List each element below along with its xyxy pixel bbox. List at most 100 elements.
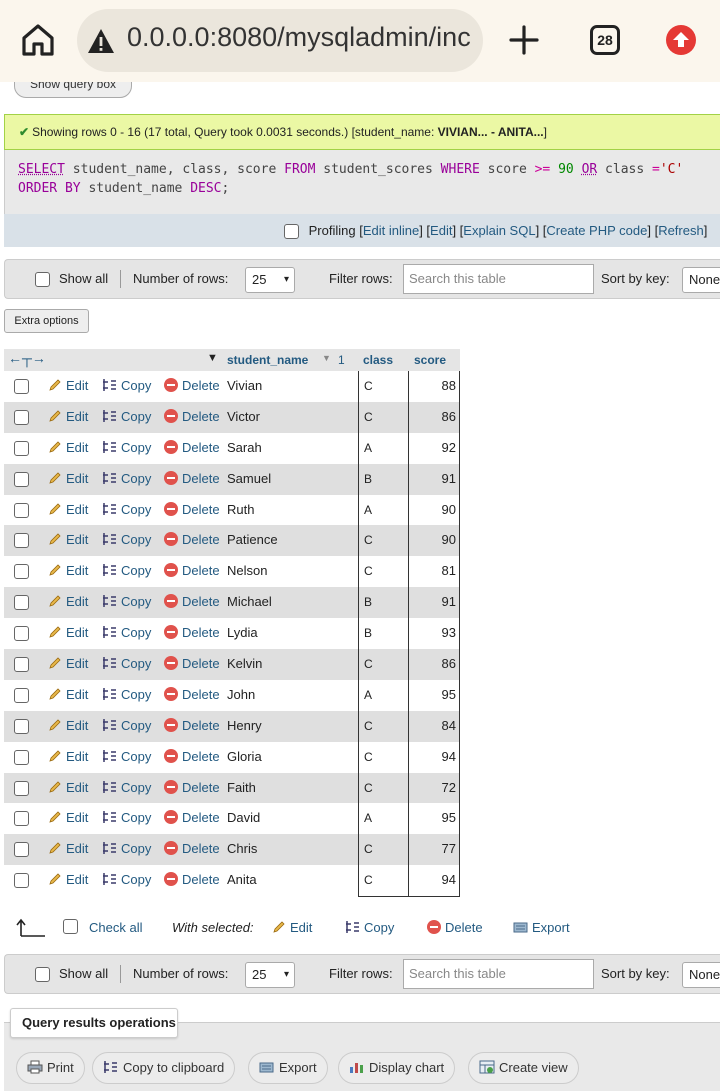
row-delete-button[interactable]: Delete [164, 587, 220, 617]
cell-student-name[interactable]: Lydia [227, 618, 258, 648]
update-button[interactable] [666, 25, 696, 55]
row-edit-button[interactable]: Edit [48, 556, 88, 586]
cell-student-name[interactable]: Kelvin [227, 649, 262, 679]
cell-class[interactable]: C [364, 402, 373, 432]
cell-student-name[interactable]: Michael [227, 587, 272, 617]
row-checkbox[interactable] [14, 379, 29, 394]
cell-score[interactable]: 95 [442, 680, 456, 710]
row-checkbox[interactable] [14, 657, 29, 673]
cell-class[interactable]: A [364, 803, 372, 833]
cell-score[interactable]: 90 [442, 525, 456, 555]
rows-select[interactable]: 25 ▾ [245, 962, 295, 988]
row-delete-button[interactable]: Delete [164, 680, 220, 710]
row-copy-button[interactable]: Copy [102, 371, 151, 401]
row-delete-button[interactable]: Delete [164, 433, 220, 463]
row-checkbox[interactable] [14, 626, 29, 642]
cell-score[interactable]: 81 [442, 556, 456, 586]
sort-desc-icon[interactable]: ▼ [207, 352, 218, 364]
row-delete-button[interactable]: Delete [164, 742, 220, 772]
cell-class[interactable]: C [364, 773, 373, 803]
cell-score[interactable]: 72 [442, 773, 456, 803]
cell-score[interactable]: 93 [442, 618, 456, 648]
row-checkbox[interactable] [14, 780, 29, 796]
cell-student-name[interactable]: David [227, 803, 260, 833]
row-edit-button[interactable]: Edit [48, 587, 88, 617]
row-checkbox[interactable] [14, 718, 29, 734]
cell-score[interactable]: 88 [442, 371, 456, 401]
address-bar[interactable]: 0.0.0.0:8080/mysqladmin/inc [77, 9, 483, 72]
row-checkbox[interactable] [14, 502, 29, 518]
tab-switcher-button[interactable]: 28 [590, 25, 620, 55]
row-edit-button[interactable]: Edit [48, 402, 88, 432]
cell-score[interactable]: 84 [442, 711, 456, 741]
bulk-edit-button[interactable]: Edit [272, 916, 312, 940]
row-copy-button[interactable]: Copy [102, 587, 151, 617]
row-delete-button[interactable]: Delete [164, 525, 220, 555]
row-checkbox[interactable] [14, 440, 29, 456]
row-edit-button[interactable]: Edit [48, 680, 88, 710]
row-copy-button[interactable]: Copy [102, 742, 151, 772]
row-copy-button[interactable]: Copy [102, 464, 151, 494]
row-edit-button[interactable]: Edit [48, 495, 88, 525]
cell-class[interactable]: A [364, 433, 372, 463]
row-checkbox[interactable] [14, 842, 29, 858]
column-header-class[interactable]: class [363, 353, 393, 367]
cell-student-name[interactable]: John [227, 680, 255, 710]
export-button[interactable]: Export [248, 1052, 328, 1084]
filter-input[interactable]: Search this table [403, 264, 594, 294]
row-copy-button[interactable]: Copy [102, 649, 151, 679]
print-button[interactable]: Print [16, 1052, 85, 1084]
row-delete-button[interactable]: Delete [164, 618, 220, 648]
sort-select[interactable]: None [682, 962, 720, 988]
row-edit-button[interactable]: Edit [48, 865, 88, 895]
cell-class[interactable]: C [364, 834, 373, 864]
cell-class[interactable]: C [364, 371, 373, 401]
refresh-link[interactable]: Refresh [658, 223, 704, 238]
cell-class[interactable]: C [364, 742, 373, 772]
cell-class[interactable]: C [364, 711, 373, 741]
row-checkbox[interactable] [14, 811, 29, 827]
row-copy-button[interactable]: Copy [102, 495, 151, 525]
row-copy-button[interactable]: Copy [102, 618, 151, 648]
sql-keyword[interactable]: OR [582, 162, 598, 177]
row-copy-button[interactable]: Copy [102, 680, 151, 710]
cell-student-name[interactable]: Samuel [227, 464, 271, 494]
check-all-checkbox[interactable] [63, 919, 78, 934]
cell-class[interactable]: B [364, 618, 372, 648]
cell-student-name[interactable]: Victor [227, 402, 260, 432]
cell-student-name[interactable]: Chris [227, 834, 257, 864]
row-copy-button[interactable]: Copy [102, 556, 151, 586]
bulk-export-button[interactable]: Export [513, 916, 570, 940]
row-edit-button[interactable]: Edit [48, 618, 88, 648]
extra-options-button[interactable]: Extra options [4, 309, 89, 333]
row-copy-button[interactable]: Copy [102, 834, 151, 864]
cell-score[interactable]: 77 [442, 834, 456, 864]
show-query-box-button[interactable]: Show query box [14, 82, 132, 98]
cell-class[interactable]: B [364, 587, 372, 617]
cell-score[interactable]: 91 [442, 587, 456, 617]
row-edit-button[interactable]: Edit [48, 464, 88, 494]
row-delete-button[interactable]: Delete [164, 556, 220, 586]
row-delete-button[interactable]: Delete [164, 834, 220, 864]
row-delete-button[interactable]: Delete [164, 495, 220, 525]
cell-class[interactable]: C [364, 865, 373, 895]
row-edit-button[interactable]: Edit [48, 525, 88, 555]
column-header-score[interactable]: score [414, 353, 446, 367]
cell-student-name[interactable]: Ruth [227, 495, 254, 525]
row-copy-button[interactable]: Copy [102, 433, 151, 463]
profiling-checkbox[interactable] [284, 224, 299, 240]
cell-student-name[interactable]: Vivian [227, 371, 262, 401]
cell-student-name[interactable]: Anita [227, 865, 257, 895]
edit-query-link[interactable]: Edit [430, 223, 452, 238]
cell-student-name[interactable]: Patience [227, 525, 278, 555]
row-edit-button[interactable]: Edit [48, 773, 88, 803]
home-icon[interactable] [18, 20, 58, 60]
sql-keyword[interactable]: SELECT [18, 162, 65, 177]
row-delete-button[interactable]: Delete [164, 464, 220, 494]
column-header-student-name[interactable]: student_name [227, 353, 308, 367]
row-delete-button[interactable]: Delete [164, 402, 220, 432]
row-checkbox[interactable] [14, 595, 29, 611]
row-edit-button[interactable]: Edit [48, 742, 88, 772]
cell-score[interactable]: 90 [442, 495, 456, 525]
edit-inline-link[interactable]: Edit inline [363, 223, 419, 238]
